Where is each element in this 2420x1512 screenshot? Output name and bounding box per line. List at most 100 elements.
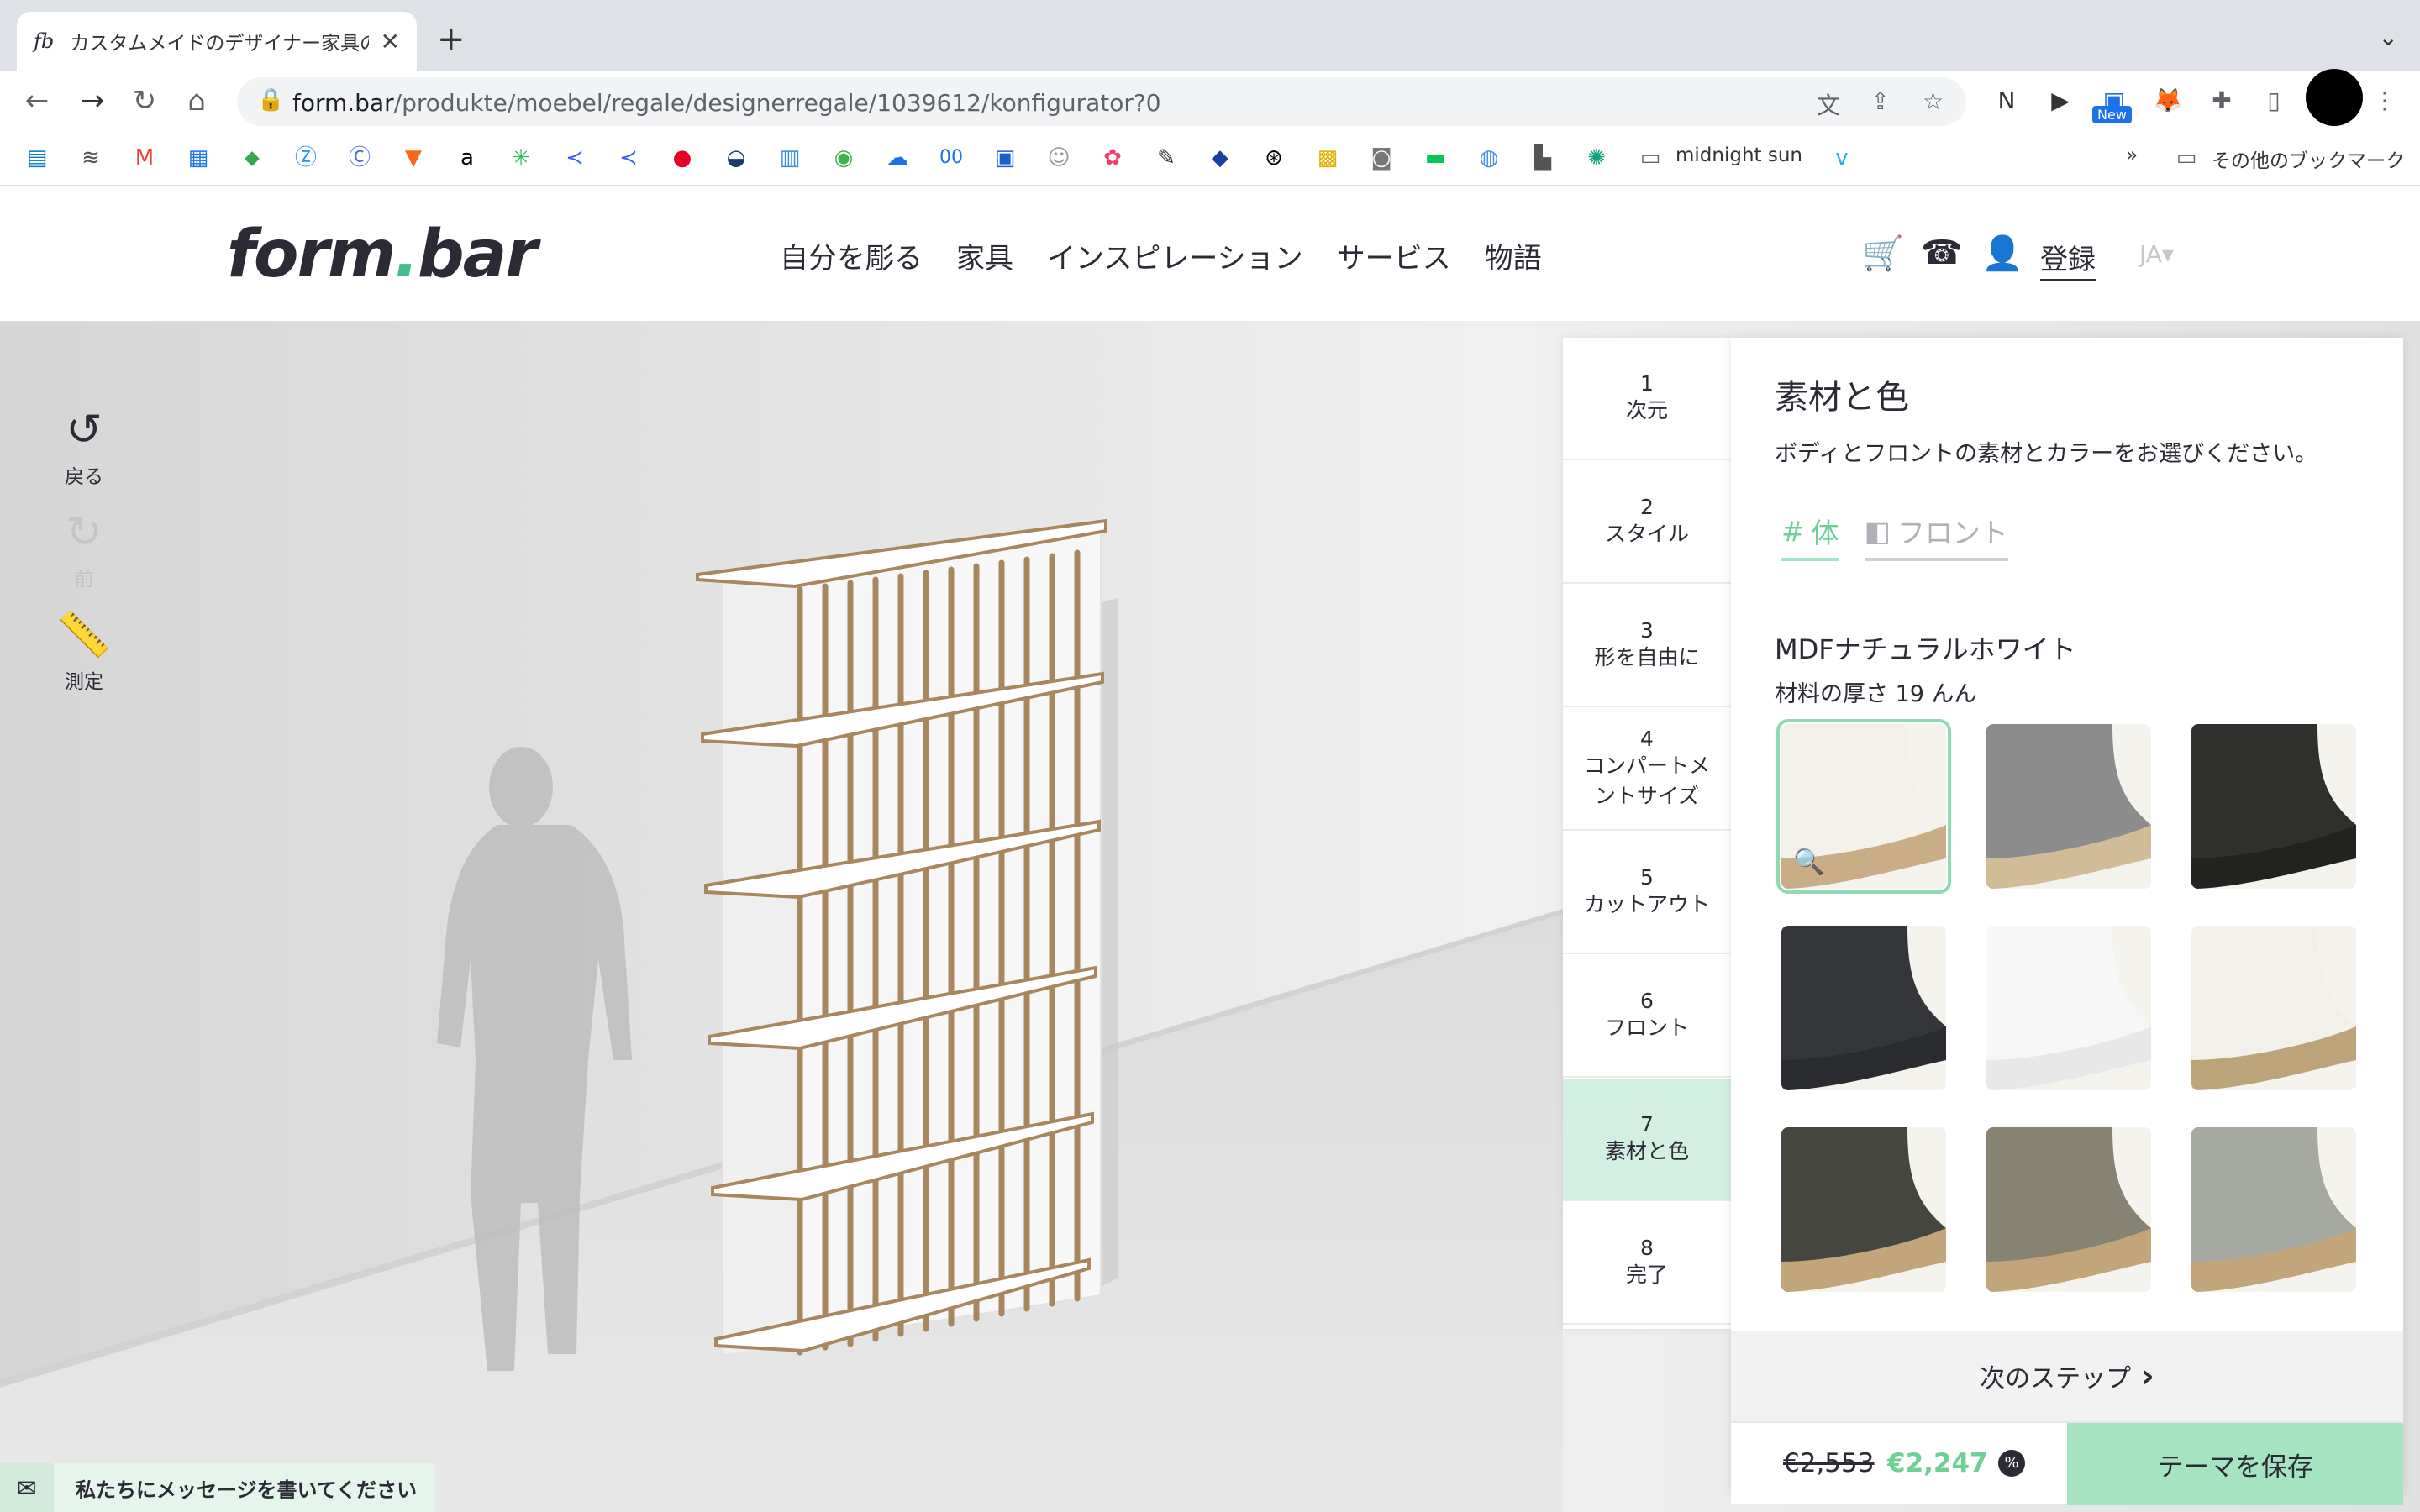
pinterest-icon[interactable]: ● xyxy=(667,143,697,173)
undo-button[interactable]: ↺ 戻る xyxy=(50,405,118,489)
tag-icon[interactable]: ◆ xyxy=(1205,143,1235,173)
configurator-stage[interactable]: ↺ 戻る ↻ 前 📏 測定 1 次元 2 スタイル 3 形を自由に 4 コンパー… xyxy=(0,321,2420,1512)
miro-icon[interactable]: ▩ xyxy=(1313,143,1343,173)
chatgpt-icon[interactable]: ✺ xyxy=(1581,143,1612,173)
mail-icon: ✉ xyxy=(0,1463,54,1512)
phone-icon[interactable]: ☎ xyxy=(1921,234,1963,272)
kebab-menu-icon[interactable]: ⋮ xyxy=(2368,84,2402,118)
asterisk-icon[interactable]: ✳ xyxy=(506,143,536,173)
tab-body[interactable]: # 体 xyxy=(1781,511,1839,561)
undo-icon: ↺ xyxy=(66,405,103,455)
maps-icon[interactable]: ⬥ xyxy=(237,143,267,173)
cart-icon[interactable]: 🛒 xyxy=(1862,234,1904,273)
home-icon[interactable]: ⌂ xyxy=(178,82,215,119)
sidepanel-icon[interactable]: ▯ xyxy=(2257,84,2291,118)
swatch-olive-linoleum-plywood[interactable] xyxy=(1986,1127,2151,1292)
nav-item-story[interactable]: 物語 xyxy=(1485,235,1542,276)
swatch-grey-linoleum[interactable] xyxy=(1986,724,2151,889)
pen-icon[interactable]: ✎ xyxy=(1151,143,1181,173)
step-1-dimensions[interactable]: 1 次元 xyxy=(1563,338,1731,460)
swatch-sage-linoleum-plywood[interactable] xyxy=(2191,1127,2356,1292)
main-nav: 自分を彫る 家具 インスピレーション サービス 物語 xyxy=(780,235,1542,276)
chevron-down-icon[interactable]: ⌄ xyxy=(2379,24,2398,51)
star-icon[interactable]: ☆ xyxy=(1923,87,1944,115)
step-label: フロント xyxy=(1604,1015,1689,1040)
e-app-icon[interactable]: ▣ xyxy=(990,143,1020,173)
flower-icon[interactable]: ✿ xyxy=(1097,143,1128,173)
step-5-cutout[interactable]: 5 カットアウト xyxy=(1563,832,1731,954)
back-icon[interactable]: ← xyxy=(18,82,55,119)
swatch-black-mdf[interactable] xyxy=(2191,724,2356,889)
step-4-compartment-size[interactable]: 4 コンパートメントサイズ xyxy=(1563,708,1731,831)
share-icon[interactable]: ⇪ xyxy=(1870,87,1890,115)
swatch-white-plywood[interactable] xyxy=(2191,926,2356,1090)
chat-bubble-icon[interactable]: ◍ xyxy=(1474,143,1504,173)
swatch-white-lacquer[interactable] xyxy=(1986,926,2151,1090)
reload-icon[interactable]: ↻ xyxy=(126,82,163,119)
chart-app-icon[interactable]: ▥ xyxy=(775,143,805,173)
v-bookmark-icon[interactable]: v xyxy=(1827,143,1857,173)
new-tab-icon[interactable]: + xyxy=(437,20,466,59)
smiley-icon[interactable]: ☺ xyxy=(1044,143,1074,173)
nav-item-inspiration[interactable]: インスピレーション xyxy=(1047,235,1303,276)
step-number: 7 xyxy=(1640,1111,1654,1137)
puzzle-icon[interactable]: ✚ xyxy=(2205,84,2238,118)
step-6-front[interactable]: 6 フロント xyxy=(1563,955,1731,1078)
calendar-icon[interactable]: ▦ xyxy=(183,143,213,173)
profile-avatar[interactable] xyxy=(2306,69,2363,126)
nav-item-design-yourself[interactable]: 自分を彫る xyxy=(780,235,923,276)
forward-icon[interactable]: → xyxy=(74,82,111,119)
bookmark-folder-other[interactable]: その他のブックマーク xyxy=(2212,144,2405,173)
moon-icon[interactable]: ◒ xyxy=(721,143,751,173)
database-icon[interactable]: ≋ xyxy=(76,143,106,173)
circle-app-icon[interactable]: ◉ xyxy=(829,143,859,173)
metamask-icon[interactable]: 🦊 xyxy=(2151,84,2185,118)
openai-icon[interactable]: ⊛ xyxy=(1259,143,1289,173)
browser-tab[interactable]: fb カスタムメイドのデザイナー家具の ✕ xyxy=(17,12,417,71)
nav-item-service[interactable]: サービス xyxy=(1337,235,1451,276)
c-app-icon[interactable]: Ⓒ xyxy=(345,143,375,173)
measure-button[interactable]: 📏 測定 xyxy=(50,610,118,694)
bookmarks-overflow[interactable]: » xyxy=(2126,144,2138,166)
video-extension-icon[interactable]: ▶ xyxy=(2044,84,2077,118)
step-number: 4 xyxy=(1640,726,1654,751)
gmail-icon[interactable]: M xyxy=(129,143,160,173)
swatch-mdf-natural-white[interactable]: 🔍 xyxy=(1776,719,1951,894)
cloud-icon[interactable]: ☁ xyxy=(882,143,913,173)
address-bar[interactable]: 🔒 form.bar/produkte/moebel/regale/design… xyxy=(237,77,1966,126)
next-step-button[interactable]: 次のステップ › xyxy=(1731,1331,2403,1421)
v-app-icon[interactable]: ▼ xyxy=(398,143,429,173)
language-selector[interactable]: JA▾ xyxy=(2139,240,2174,268)
arrow-app-2-icon[interactable]: ≺ xyxy=(613,143,644,173)
step-2-style[interactable]: 2 スタイル xyxy=(1563,461,1731,584)
formbar-logo[interactable]: form.bar xyxy=(227,217,538,292)
amazon-icon[interactable]: a xyxy=(452,143,482,173)
line-icon[interactable]: ▬ xyxy=(1420,143,1450,173)
material-name: MDFナチュラルホワイト xyxy=(1775,633,2076,665)
magnifier-icon[interactable]: 🔍 xyxy=(1793,848,1824,877)
building-icon[interactable]: ▙ xyxy=(1528,143,1558,173)
register-link[interactable]: 登録 xyxy=(2040,237,2096,281)
camera-icon[interactable]: ◙ xyxy=(1366,143,1397,173)
discount-icon[interactable]: % xyxy=(1998,1450,2025,1477)
step-3-shape[interactable]: 3 形を自由に xyxy=(1563,585,1731,707)
close-icon[interactable]: ✕ xyxy=(381,28,400,55)
save-design-button[interactable]: テーマを保存 xyxy=(2067,1423,2403,1505)
user-icon[interactable]: 👤 xyxy=(1981,234,2023,273)
step-8-finish[interactable]: 8 完了 xyxy=(1563,1202,1731,1325)
bookmark-folder-midnight-sun[interactable]: midnight sun xyxy=(1676,144,1802,166)
double-zero-icon[interactable]: 00 xyxy=(936,143,966,173)
step-7-material-color[interactable]: 7 素材と色 xyxy=(1563,1079,1731,1201)
trello-icon[interactable]: ▤ xyxy=(22,143,52,173)
swatch-dark-linoleum-plywood[interactable] xyxy=(1781,1127,1946,1292)
zoom-icon[interactable]: Ⓩ xyxy=(291,143,321,173)
redo-button[interactable]: ↻ 前 xyxy=(50,507,118,591)
translate-icon[interactable]: 文 xyxy=(1817,87,1840,121)
chat-widget[interactable]: ✉ 私たちにメッセージを書いてください xyxy=(0,1463,435,1512)
shelf-3d-viewport[interactable] xyxy=(0,321,1563,1512)
nav-item-furniture[interactable]: 家具 xyxy=(956,235,1013,276)
tab-front[interactable]: ◧ フロント xyxy=(1864,511,2008,561)
arrow-app-icon[interactable]: ≺ xyxy=(560,143,590,173)
notion-icon[interactable]: N xyxy=(1990,84,2023,118)
swatch-anthracite[interactable] xyxy=(1781,926,1946,1090)
